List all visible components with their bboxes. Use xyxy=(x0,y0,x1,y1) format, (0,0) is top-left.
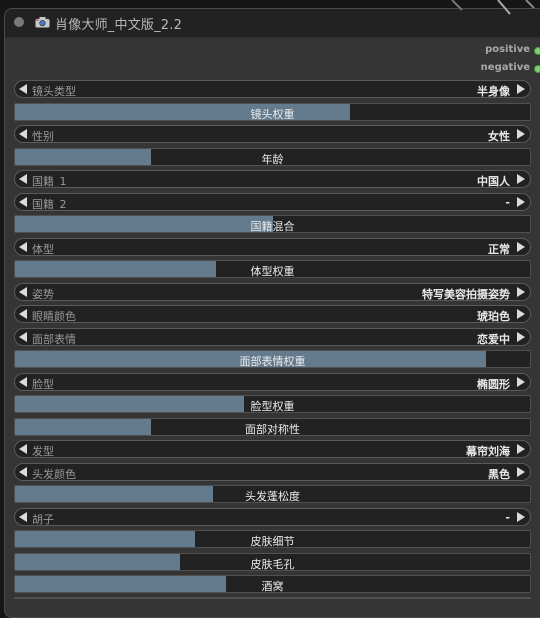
triangle-left-icon[interactable] xyxy=(18,375,28,389)
triangle-left-icon[interactable] xyxy=(18,172,28,186)
triangle-right-icon[interactable] xyxy=(516,127,526,141)
slider-label: 皮肤细节 xyxy=(250,535,295,548)
combo-value: 中国人 xyxy=(477,175,510,188)
triangle-left-icon[interactable] xyxy=(18,442,28,456)
slider-widget[interactable]: 年龄 xyxy=(14,148,531,166)
combo-widget[interactable]: 脸型 椭圆形 xyxy=(14,373,531,391)
combo-widget[interactable]: 头发颜色 黑色 xyxy=(14,463,531,481)
combo-label: 性别 xyxy=(32,130,54,143)
triangle-left-icon[interactable] xyxy=(18,307,28,321)
slider-widget[interactable]: 酒窝 xyxy=(14,575,531,593)
output-dot-positive[interactable] xyxy=(534,47,540,55)
slider-label: 头发蓬松度 xyxy=(245,490,300,503)
combo-value: 椭圆形 xyxy=(477,378,510,391)
slider-label: 面部表情权重 xyxy=(239,355,306,368)
triangle-right-icon[interactable] xyxy=(516,442,526,456)
combo-label: 镜头类型 xyxy=(32,85,76,98)
link-wire-icon xyxy=(451,0,535,15)
output-positive[interactable]: positive xyxy=(485,44,530,60)
combo-widget[interactable]: 国籍_2 - xyxy=(14,193,531,211)
combo-value: 女性 xyxy=(488,130,510,143)
camera-icon xyxy=(35,17,50,28)
slider-label: 体型权重 xyxy=(250,265,295,278)
output-dot-negative[interactable] xyxy=(534,65,540,73)
triangle-right-icon[interactable] xyxy=(516,285,526,299)
combo-value: 正常 xyxy=(488,243,510,256)
combo-widget[interactable]: 性别 女性 xyxy=(14,125,531,143)
triangle-right-icon[interactable] xyxy=(516,195,526,209)
triangle-right-icon[interactable] xyxy=(516,172,526,186)
slider-widget[interactable]: 皮肤毛孔 xyxy=(14,553,531,571)
slider-widget[interactable]: 脸型权重 xyxy=(14,395,531,413)
triangle-right-icon[interactable] xyxy=(516,240,526,254)
triangle-left-icon[interactable] xyxy=(18,510,28,524)
combo-label: 体型 xyxy=(32,243,54,256)
triangle-left-icon[interactable] xyxy=(18,285,28,299)
slider-label: 国籍混合 xyxy=(250,220,295,233)
combo-value: 特写美容拍摄姿势 xyxy=(422,288,510,301)
combo-value: 幕帘刘海 xyxy=(466,445,510,458)
node-title: 肖像大师_中文版_2.2 xyxy=(55,18,183,33)
triangle-left-icon[interactable] xyxy=(18,82,28,96)
combo-label: 胡子 xyxy=(32,513,54,526)
combo-label: 脸型 xyxy=(32,378,54,391)
output-label-negative: negative xyxy=(480,62,530,73)
triangle-right-icon[interactable] xyxy=(516,465,526,479)
combo-widget[interactable]: 镜头类型 半身像 xyxy=(14,80,531,98)
slider-label: 镜头权重 xyxy=(250,108,295,121)
slider-widget[interactable]: 体型权重 xyxy=(14,260,531,278)
slider-label: 酒窝 xyxy=(261,580,284,593)
output-label-positive: positive xyxy=(485,44,530,55)
combo-value: - xyxy=(505,196,510,209)
slider-label: 年龄 xyxy=(261,153,284,166)
combo-label: 眼睛颜色 xyxy=(32,310,76,323)
output-negative[interactable]: negative xyxy=(481,62,530,78)
triangle-right-icon[interactable] xyxy=(516,330,526,344)
combo-widget[interactable]: 面部表情 恋爱中 xyxy=(14,328,531,346)
combo-label: 头发颜色 xyxy=(32,468,76,481)
triangle-left-icon[interactable] xyxy=(18,240,28,254)
combo-label: 发型 xyxy=(32,445,54,458)
slider-label: 皮肤毛孔 xyxy=(250,558,295,571)
combo-value: 半身像 xyxy=(477,85,510,98)
combo-widget[interactable]: 发型 幕帘刘海 xyxy=(14,440,531,458)
slider-widget[interactable]: 皮肤细节 xyxy=(14,530,531,548)
combo-label: 国籍_2 xyxy=(32,198,67,211)
triangle-right-icon[interactable] xyxy=(516,375,526,389)
combo-value: 黑色 xyxy=(488,468,510,481)
combo-widget[interactable]: 胡子 - xyxy=(14,508,531,526)
combo-widget[interactable]: 体型 正常 xyxy=(14,238,531,256)
slider-widget[interactable]: 头发蓬松度 xyxy=(14,485,531,503)
combo-widget[interactable]: 眼睛颜色 琥珀色 xyxy=(14,305,531,323)
triangle-left-icon[interactable] xyxy=(18,465,28,479)
combo-value: 琥珀色 xyxy=(477,310,510,323)
slider-widget[interactable]: 面部对称性 xyxy=(14,418,531,436)
slider-label: 面部对称性 xyxy=(245,423,300,436)
collapse-dot-icon[interactable] xyxy=(14,17,24,27)
combo-label: 姿势 xyxy=(32,288,54,301)
combo-widget[interactable]: 姿势 特写美容拍摄姿势 xyxy=(14,283,531,301)
combo-label: 面部表情 xyxy=(32,333,76,346)
slider-widget[interactable]: 面部表情权重 xyxy=(14,350,531,368)
node-bottom-edge xyxy=(14,597,531,599)
combo-label: 国籍_1 xyxy=(32,175,67,188)
triangle-right-icon[interactable] xyxy=(516,82,526,96)
triangle-left-icon[interactable] xyxy=(18,330,28,344)
combo-widget[interactable]: 国籍_1 中国人 xyxy=(14,170,531,188)
slider-label: 脸型权重 xyxy=(250,400,295,413)
slider-widget[interactable]: 国籍混合 xyxy=(14,215,531,233)
slider-widget[interactable]: 镜头权重 xyxy=(14,103,531,121)
combo-value: - xyxy=(505,511,510,524)
combo-value: 恋爱中 xyxy=(477,333,510,346)
triangle-left-icon[interactable] xyxy=(18,127,28,141)
triangle-right-icon[interactable] xyxy=(516,307,526,321)
triangle-right-icon[interactable] xyxy=(516,510,526,524)
triangle-left-icon[interactable] xyxy=(18,195,28,209)
